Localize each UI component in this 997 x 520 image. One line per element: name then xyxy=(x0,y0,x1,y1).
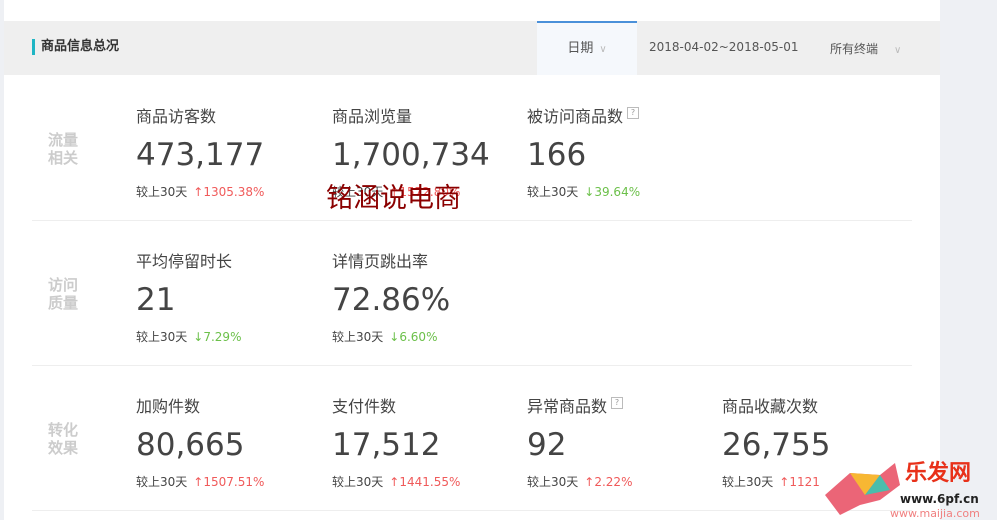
change-value: ↑1441.55% xyxy=(389,475,460,489)
arrow-up-icon: ↑ xyxy=(779,475,790,489)
change-text: 2.22% xyxy=(594,475,633,489)
metric-card: 支付件数 17,512 较上30天 ↑1441.55% xyxy=(332,393,460,490)
metric-card: 被访问商品数? 166 较上30天 ↓39.64% xyxy=(527,103,640,200)
metric-value: 26,755 xyxy=(722,427,831,463)
metric-value: 166 xyxy=(527,137,587,173)
compare-label: 较上30天 xyxy=(136,475,188,489)
compare-label: 较上30天 xyxy=(136,330,188,344)
metric-value: 17,512 xyxy=(332,427,441,463)
category-label: 访问质量 xyxy=(48,276,79,312)
watermark-text: 铭涵说电商 xyxy=(326,183,461,214)
metric-compare: 较上30天 ↑2.22% xyxy=(527,473,632,490)
arrow-down-icon: ↓ xyxy=(584,185,595,199)
tab-date[interactable]: 日期 ∨ xyxy=(537,21,637,75)
help-icon[interactable]: ? xyxy=(611,397,624,409)
metric-label: 异常商品数? xyxy=(527,393,632,417)
page-title: 商品信息总况 xyxy=(32,39,119,55)
overview-panel: 商品信息总况 日期 ∨ 2018-04-02~2018-05-01 所有终端 ∨ 流… xyxy=(4,0,940,520)
change-value: ↑1305.38% xyxy=(193,185,264,199)
change-text: 39.64% xyxy=(594,185,641,199)
compare-label: 较上30天 xyxy=(136,185,188,199)
chevron-down-icon: ∨ xyxy=(599,44,607,55)
svg-text:乐发网: 乐发网 xyxy=(905,460,971,486)
metric-value: 80,665 xyxy=(136,427,245,463)
metric-compare: 较上30天 ↓7.29% xyxy=(136,328,241,345)
metric-compare: 较上30天 ↑1507.51% xyxy=(136,473,264,490)
change-text: 1305.38% xyxy=(203,185,265,199)
metric-card: 详情页跳出率 72.86% 较上30天 ↓6.60% xyxy=(332,248,450,345)
compare-label: 较上30天 xyxy=(527,185,579,199)
change-value: ↑1507.51% xyxy=(193,475,264,489)
metric-label: 商品访客数 xyxy=(136,103,264,127)
metric-label: 商品收藏次数 xyxy=(722,393,830,417)
metric-label: 支付件数 xyxy=(332,393,460,417)
arrow-up-icon: ↑ xyxy=(584,475,595,489)
metric-card: 加购件数 80,665 较上30天 ↑1507.51% xyxy=(136,393,264,490)
change-text: 6.60% xyxy=(399,330,438,344)
change-text: 1441.55% xyxy=(399,475,461,489)
terminal-label: 所有终端 xyxy=(830,42,879,56)
change-text: 7.29% xyxy=(203,330,242,344)
metric-compare: 较上30天 ↓39.64% xyxy=(527,183,640,200)
change-value: ↑2.22% xyxy=(584,475,632,489)
metric-label-text: 商品收藏次数 xyxy=(722,397,819,416)
compare-label: 较上30天 xyxy=(722,475,774,489)
metric-value: 92 xyxy=(527,427,567,463)
metric-label: 平均停留时长 xyxy=(136,248,241,272)
metric-value: 72.86% xyxy=(332,282,451,318)
metric-label: 被访问商品数? xyxy=(527,103,640,127)
metric-card: 商品收藏次数 26,755 较上30天 ↑1121 xyxy=(722,393,830,490)
terminal-select[interactable]: 所有终端 ∨ xyxy=(830,40,901,57)
metric-value: 1,700,734 xyxy=(332,137,490,173)
compare-label: 较上30天 xyxy=(332,330,384,344)
date-tab-label: 日期 xyxy=(567,41,594,56)
metric-value: 21 xyxy=(136,282,176,318)
logo-watermark: 乐发网 www.6pf.cn www.maijia.com xyxy=(825,460,980,520)
metric-label-text: 异常商品数 xyxy=(527,397,608,416)
header: 商品信息总况 日期 ∨ 2018-04-02~2018-05-01 所有终端 ∨ xyxy=(4,21,940,75)
arrow-down-icon: ↓ xyxy=(193,330,204,344)
metric-compare: 较上30天 ↑1441.55% xyxy=(332,473,460,490)
metric-card: 异常商品数? 92 较上30天 ↑2.22% xyxy=(527,393,632,490)
metric-label: 详情页跳出率 xyxy=(332,248,450,272)
metric-card: 平均停留时长 21 较上30天 ↓7.29% xyxy=(136,248,241,345)
compare-label: 较上30天 xyxy=(332,475,384,489)
metric-label-text: 加购件数 xyxy=(136,397,201,416)
metric-compare: 较上30天 ↑1305.38% xyxy=(136,183,264,200)
metric-label: 加购件数 xyxy=(136,393,264,417)
metric-label-text: 支付件数 xyxy=(332,397,397,416)
change-text: 1121 xyxy=(789,475,820,489)
help-icon[interactable]: ? xyxy=(627,107,640,119)
category-label: 转化效果 xyxy=(48,421,79,457)
svg-text:www.maijia.com: www.maijia.com xyxy=(890,507,980,520)
metric-compare: 较上30天 ↑1121 xyxy=(722,473,830,490)
change-text: 1507.51% xyxy=(203,475,265,489)
metric-label-text: 被访问商品数 xyxy=(527,107,624,126)
section-0: 流量相关 商品访客数 473,177 较上30天 ↑1305.38% 商品浏览量 1,… xyxy=(32,75,912,221)
metric-label-text: 详情页跳出率 xyxy=(332,252,429,271)
metric-label-text: 商品访客数 xyxy=(136,107,217,126)
compare-label: 较上30天 xyxy=(527,475,579,489)
change-value: ↓39.64% xyxy=(584,185,640,199)
arrow-up-icon: ↑ xyxy=(193,475,204,489)
arrow-up-icon: ↑ xyxy=(193,185,204,199)
metric-value: 473,177 xyxy=(136,137,265,173)
svg-text:www.6pf.cn: www.6pf.cn xyxy=(900,492,979,506)
metric-label: 商品浏览量 xyxy=(332,103,490,127)
metric-card: 商品访客数 473,177 较上30天 ↑1305.38% xyxy=(136,103,264,200)
section-2: 转化效果 加购件数 80,665 较上30天 ↑1507.51% 支付件数 17,51… xyxy=(32,365,912,511)
date-range[interactable]: 2018-04-02~2018-05-01 xyxy=(649,40,799,54)
metric-label-text: 商品浏览量 xyxy=(332,107,413,126)
metric-compare: 较上30天 ↓6.60% xyxy=(332,328,450,345)
change-value: ↓6.60% xyxy=(389,330,437,344)
chevron-down-icon: ∨ xyxy=(894,45,902,56)
section-1: 访问质量 平均停留时长 21 较上30天 ↓7.29% 详情页跳出率 72.86% 较… xyxy=(32,220,912,366)
change-value: ↓7.29% xyxy=(193,330,241,344)
arrow-down-icon: ↓ xyxy=(389,330,400,344)
change-value: ↑1121 xyxy=(779,475,820,489)
category-label: 流量相关 xyxy=(48,131,79,167)
arrow-up-icon: ↑ xyxy=(389,475,400,489)
metric-label-text: 平均停留时长 xyxy=(136,252,233,271)
